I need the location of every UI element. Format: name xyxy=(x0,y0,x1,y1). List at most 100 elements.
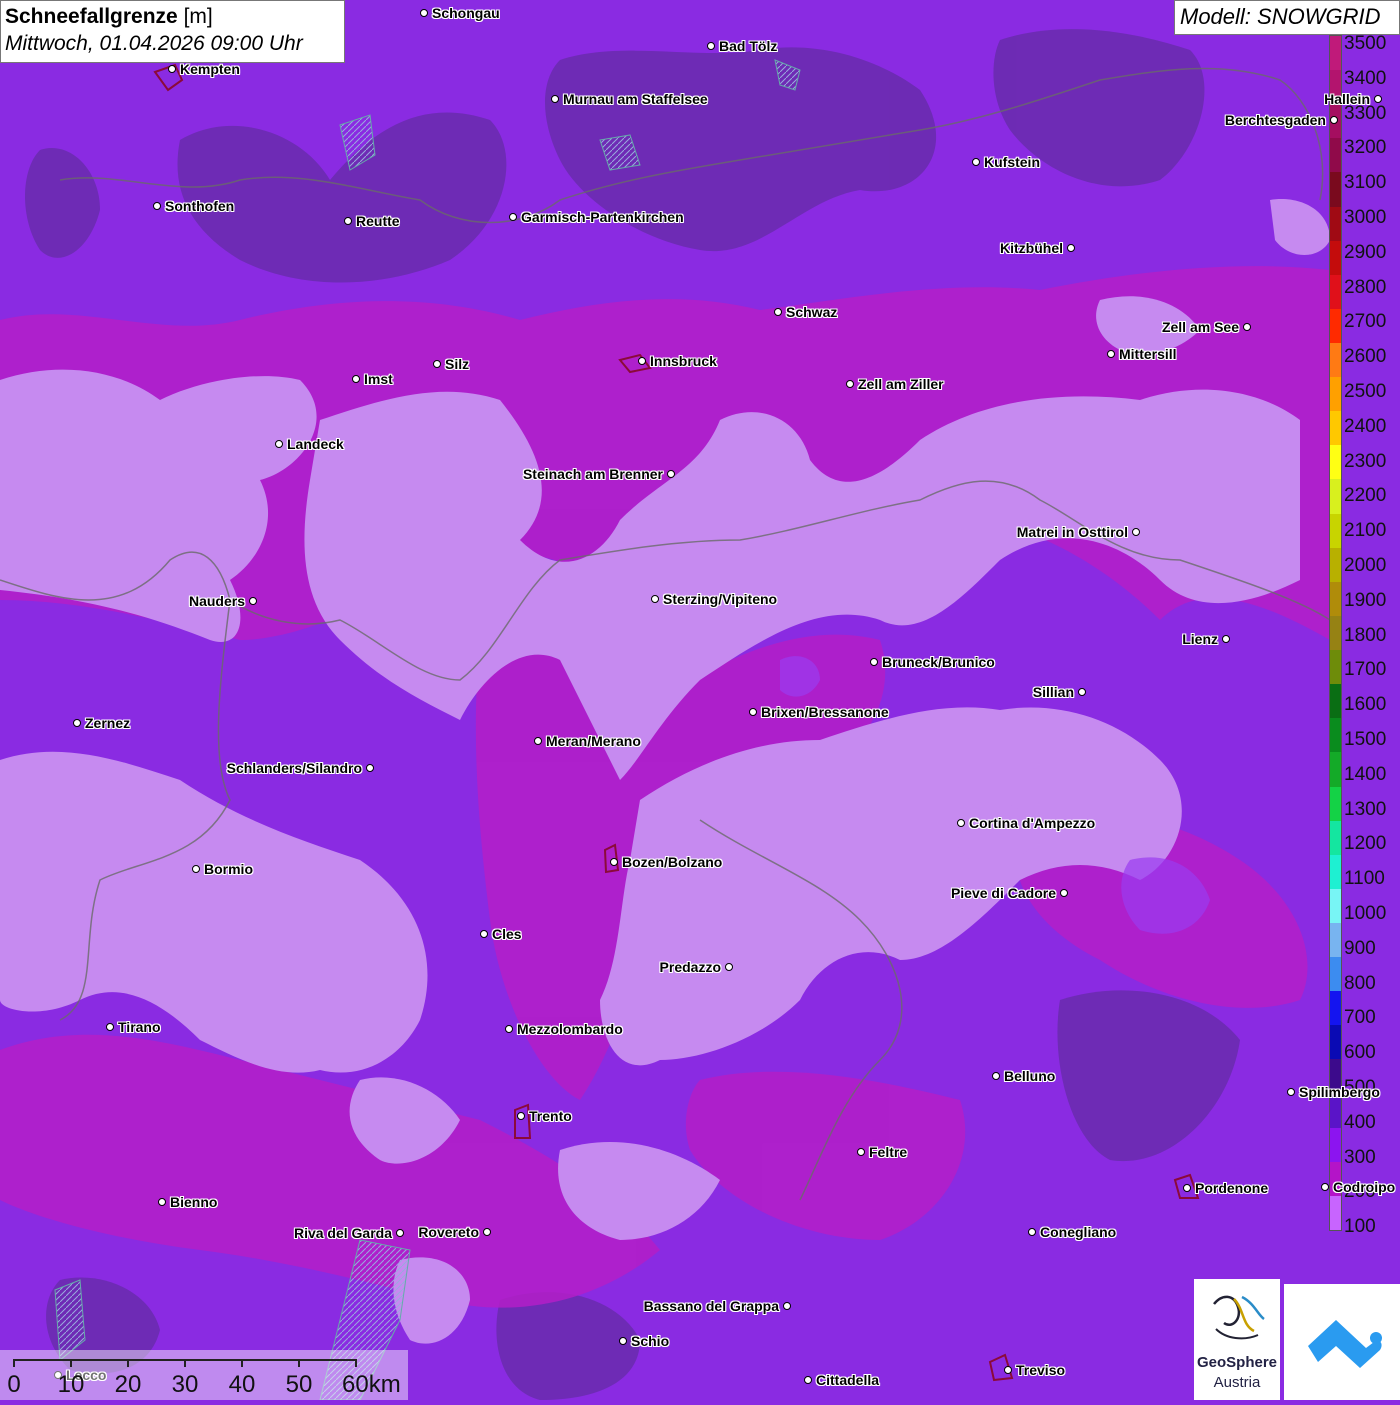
scale-tick xyxy=(355,1359,357,1367)
legend-swatch xyxy=(1330,1195,1341,1231)
city-label: Zell am See xyxy=(1161,319,1239,335)
legend-label: 1700 xyxy=(1344,659,1387,681)
scale-label: 10 xyxy=(57,1371,85,1398)
city-label: Reutte xyxy=(356,213,400,229)
legend-label: 2800 xyxy=(1344,276,1387,298)
city-dot-icon xyxy=(274,439,283,448)
city-dot-icon xyxy=(1059,888,1068,897)
legend-label: 1100 xyxy=(1344,868,1385,890)
city-dot-icon xyxy=(482,1227,491,1236)
legend-swatch xyxy=(1330,752,1341,787)
city-dot-icon xyxy=(773,307,782,316)
city-dot-icon xyxy=(1320,1182,1329,1191)
geosphere-emblem-icon xyxy=(1213,1295,1265,1340)
title-unit: [m] xyxy=(183,5,213,28)
city-dot-icon xyxy=(432,359,441,368)
scale-bar: 0 10 20 30 40 50 60km xyxy=(0,1350,408,1400)
city-label: Kempten xyxy=(180,61,240,77)
city-dot-icon xyxy=(971,157,980,166)
city-label: Codroipo xyxy=(1333,1179,1396,1195)
app-arrow-icon xyxy=(1308,1320,1382,1368)
scale-tick xyxy=(241,1359,243,1367)
legend-swatch xyxy=(1330,581,1341,617)
scale-tick xyxy=(70,1359,72,1367)
city-label: Murnau am Staffelsee xyxy=(563,91,708,107)
city-dot-icon xyxy=(1286,1087,1295,1096)
legend-label: 1800 xyxy=(1344,624,1387,646)
city-label: Brixen/Bressanone xyxy=(761,704,889,720)
city-dot-icon xyxy=(609,857,618,866)
city-dot-icon xyxy=(803,1375,812,1384)
legend-swatch xyxy=(1330,308,1341,344)
title-main: Schneefallgrenze xyxy=(5,5,178,28)
legend-swatch xyxy=(1330,138,1341,173)
legend-label: 2500 xyxy=(1344,381,1387,402)
scale-tick xyxy=(13,1359,15,1367)
legend-swatch xyxy=(1330,1127,1341,1163)
city-dot-icon xyxy=(191,864,200,873)
legend-swatch xyxy=(1330,854,1341,890)
geosphere-logo-text: GeoSphere xyxy=(1196,1354,1278,1371)
city-dot-icon xyxy=(724,962,733,971)
legend-label: 2600 xyxy=(1344,346,1387,368)
city-label: Landeck xyxy=(287,436,344,452)
scale-label: 40 xyxy=(228,1371,256,1398)
legend-swatch xyxy=(1330,343,1341,378)
legend-swatch xyxy=(1330,1025,1341,1060)
city-dot-icon xyxy=(479,929,488,938)
legend-label: 2200 xyxy=(1344,485,1387,507)
city-label: Silz xyxy=(445,356,470,372)
city-dot-icon xyxy=(152,201,161,210)
legend-swatch xyxy=(1330,888,1341,924)
legend-swatch xyxy=(1330,479,1341,515)
legend-label: 1400 xyxy=(1344,763,1387,785)
city-dot-icon xyxy=(343,216,352,225)
legend-label: 1000 xyxy=(1344,903,1387,924)
legend-swatch xyxy=(1330,547,1341,583)
city-label: Zell am Ziller xyxy=(858,376,944,392)
city-label: Schongau xyxy=(432,5,500,21)
legend-swatch xyxy=(1330,513,1341,549)
city-label: Trento xyxy=(529,1108,572,1124)
city-dot-icon xyxy=(845,379,854,388)
city-dot-icon xyxy=(533,736,542,745)
geosphere-logo[interactable]: GeoSphere Austria xyxy=(1194,1279,1280,1400)
legend-label: 3000 xyxy=(1344,207,1387,228)
city-dot-icon xyxy=(856,1147,865,1156)
city-label: Schlanders/Silandro xyxy=(226,760,362,776)
city-label: Bassano del Grappa xyxy=(643,1298,779,1314)
map-datetime: Mittwoch, 01.04.2026 09:00 Uhr xyxy=(5,32,303,55)
snowgrid-app-logo[interactable] xyxy=(1284,1284,1400,1400)
legend-swatch xyxy=(1330,445,1341,480)
city-dot-icon xyxy=(105,1022,114,1031)
legend-label: 2400 xyxy=(1344,415,1387,437)
city-label: Garmisch-Partenkirchen xyxy=(521,209,684,225)
legend-label: 2100 xyxy=(1344,520,1387,542)
legend-swatch xyxy=(1330,206,1341,242)
legend-label: 2900 xyxy=(1344,241,1387,263)
city-dot-icon xyxy=(1066,243,1075,252)
city-dot-icon xyxy=(248,596,257,605)
scale-label: 60km xyxy=(342,1371,401,1398)
city-dot-icon xyxy=(1077,687,1086,696)
scale-tick xyxy=(184,1359,186,1367)
model-label: Modell: SNOWGRID xyxy=(1174,0,1400,35)
city-label: Tirano xyxy=(118,1019,161,1035)
city-dot-icon xyxy=(1003,1365,1012,1374)
legend-label: 3500 xyxy=(1344,33,1387,54)
city-dot-icon xyxy=(508,212,517,221)
city-dot-icon xyxy=(1106,349,1115,358)
city-label: Nauders xyxy=(188,593,245,609)
city-label: Predazzo xyxy=(659,959,721,975)
city-label: Berchtesgaden xyxy=(1224,112,1326,128)
city-dot-icon xyxy=(72,718,81,727)
legend-swatch xyxy=(1330,957,1341,992)
city-label: Kufstein xyxy=(984,154,1040,170)
city-label: Bruneck/Brunico xyxy=(882,654,995,670)
scale-label: 30 xyxy=(171,1371,199,1398)
legend-color-bar xyxy=(1329,35,1342,1231)
legend-swatch xyxy=(1330,718,1341,753)
city-label: Sonthofen xyxy=(165,198,235,214)
city-label: Lienz xyxy=(1182,631,1218,647)
city-label: Imst xyxy=(364,371,393,387)
